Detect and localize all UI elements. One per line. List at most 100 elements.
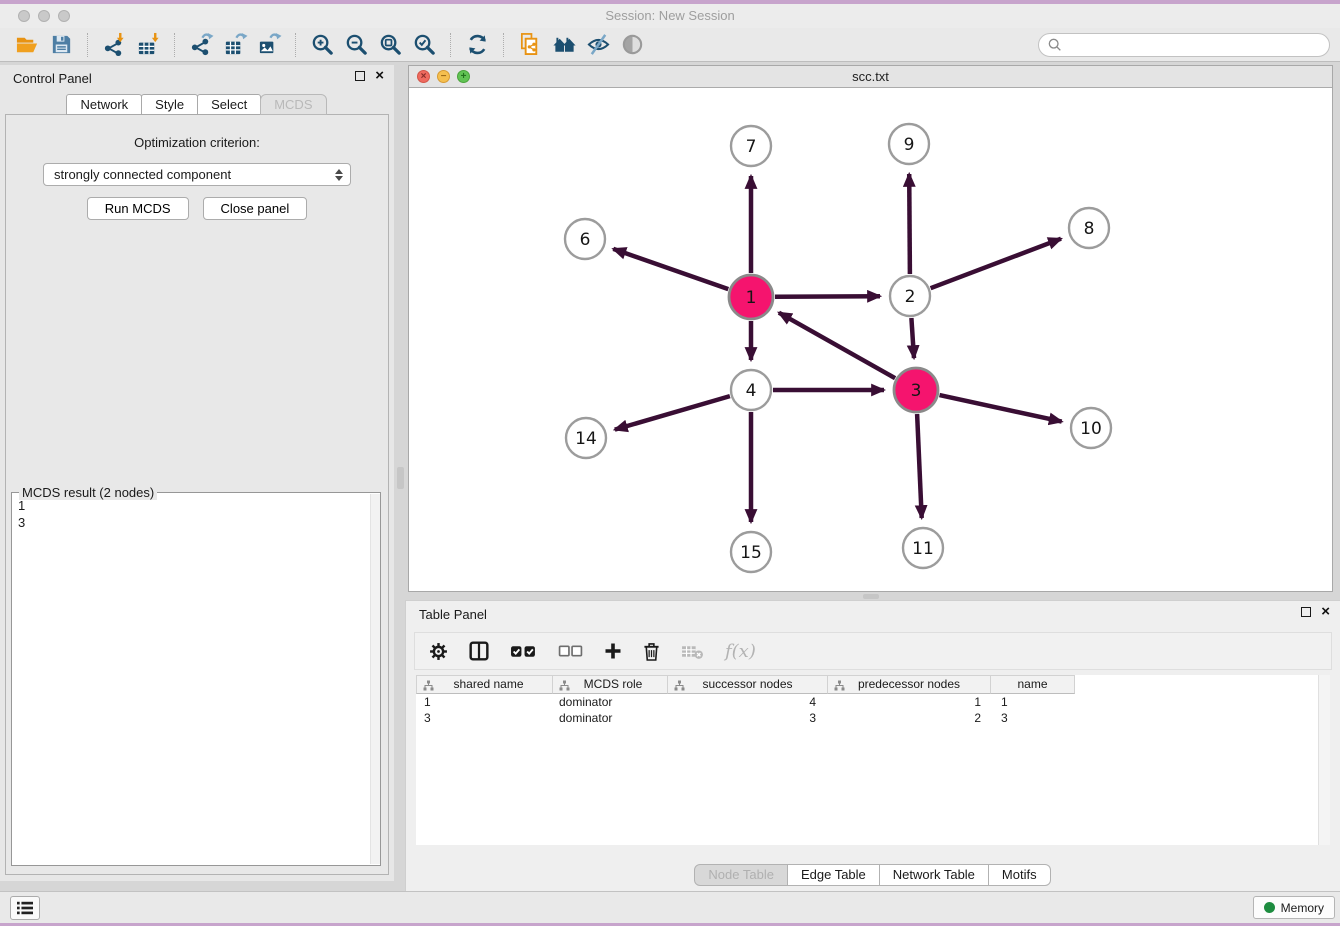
column-header-successor-nodes[interactable]: successor nodes: [668, 675, 828, 694]
import-table-button[interactable]: [131, 30, 165, 60]
export-table-icon: [223, 32, 248, 57]
clone-network-button[interactable]: [513, 30, 547, 60]
column-settings-button[interactable]: [429, 642, 448, 661]
graph-edge[interactable]: [931, 239, 1061, 289]
show-all-columns-button[interactable]: [510, 644, 537, 659]
workspace: Control Panel × Network Style Select MCD…: [0, 62, 1340, 891]
create-column-button[interactable]: [604, 642, 622, 660]
horizontal-splitter[interactable]: [408, 592, 1333, 600]
close-panel-icon[interactable]: ×: [1321, 607, 1330, 617]
split-view-icon: [469, 641, 489, 661]
column-header-shared-name[interactable]: shared name: [416, 675, 553, 694]
graph-node-label: 1: [746, 288, 757, 308]
table-row[interactable]: 3dominator323: [416, 710, 1330, 726]
network-window-title: scc.txt: [409, 66, 1332, 88]
delete-table-button[interactable]: [681, 643, 704, 660]
column-header-name[interactable]: name: [991, 675, 1075, 694]
tab-edge-table[interactable]: Edge Table: [787, 864, 880, 886]
tab-style[interactable]: Style: [141, 94, 198, 115]
splitter-grip[interactable]: [397, 467, 404, 489]
column-header-predecessor-nodes[interactable]: predecessor nodes: [828, 675, 991, 694]
memory-button[interactable]: Memory: [1253, 896, 1335, 919]
titlebar: Session: New Session: [0, 4, 1340, 28]
vertical-splitter[interactable]: [396, 65, 405, 881]
window-zoom-button[interactable]: [58, 10, 70, 22]
column-label: MCDS role: [584, 677, 643, 691]
close-panel-icon[interactable]: ×: [375, 71, 384, 81]
splitter-grip[interactable]: [863, 594, 879, 599]
checked-boxes-icon: [510, 644, 537, 659]
close-panel-button[interactable]: Close panel: [203, 197, 308, 220]
table-panel-title: Table Panel: [419, 607, 487, 622]
graph-node-label: 9: [904, 135, 915, 155]
column-header-mcds-role[interactable]: MCDS role: [553, 675, 668, 694]
graph-edge[interactable]: [615, 396, 730, 430]
tab-network[interactable]: Network: [66, 94, 142, 115]
tab-select[interactable]: Select: [197, 94, 261, 115]
export-table-button[interactable]: [218, 30, 252, 60]
graph-edge[interactable]: [911, 318, 914, 358]
graph-edge[interactable]: [613, 249, 728, 289]
table-cell: 2: [828, 710, 991, 726]
export-image-icon: [257, 32, 282, 57]
export-network-button[interactable]: [184, 30, 218, 60]
network-canvas[interactable]: 1234678910111415: [409, 88, 1332, 591]
main-toolbar: [0, 28, 1340, 62]
save-floppy-icon: [49, 32, 74, 57]
import-network-button[interactable]: [97, 30, 131, 60]
float-panel-icon[interactable]: [355, 71, 365, 81]
window-close-button[interactable]: [18, 10, 30, 22]
zoom-selected-button[interactable]: [407, 30, 441, 60]
tab-network-table[interactable]: Network Table: [879, 864, 989, 886]
network-minimize-button[interactable]: −: [437, 70, 450, 83]
tab-node-table[interactable]: Node Table: [694, 864, 788, 886]
result-scrollbar[interactable]: [370, 494, 380, 864]
column-label: predecessor nodes: [858, 677, 960, 691]
network-zoom-button[interactable]: +: [457, 70, 470, 83]
run-mcds-button[interactable]: Run MCDS: [87, 197, 189, 220]
home-view-button[interactable]: [547, 30, 581, 60]
window-minimize-button[interactable]: [38, 10, 50, 22]
split-panel-button[interactable]: [469, 641, 489, 661]
table-scrollbar[interactable]: [1318, 675, 1330, 845]
network-view-window: × − + scc.txt 1234678910111415: [408, 65, 1333, 592]
clone-network-icon: [518, 32, 543, 57]
bird-eye-view-button[interactable]: [615, 30, 649, 60]
tab-motifs[interactable]: Motifs: [988, 864, 1051, 886]
search-input[interactable]: [1067, 37, 1321, 52]
zoom-out-button[interactable]: [339, 30, 373, 60]
graph-node-label: 2: [905, 287, 916, 307]
network-close-button[interactable]: ×: [417, 70, 430, 83]
zoom-fit-icon: [378, 32, 403, 57]
trash-icon: [643, 642, 660, 661]
open-session-button[interactable]: [10, 30, 44, 60]
delete-columns-button[interactable]: [643, 642, 660, 661]
memory-status-icon: [1264, 902, 1275, 913]
zoom-out-icon: [344, 32, 369, 57]
hide-all-columns-button[interactable]: [558, 644, 583, 658]
table-cell: 1: [828, 694, 991, 710]
table-cell: 1: [416, 694, 553, 710]
refresh-view-button[interactable]: [460, 30, 494, 60]
zoom-selected-icon: [412, 32, 437, 57]
zoom-in-button[interactable]: [305, 30, 339, 60]
graph-edge[interactable]: [909, 174, 910, 274]
export-image-button[interactable]: [252, 30, 286, 60]
tab-mcds[interactable]: MCDS: [260, 94, 326, 115]
save-session-button[interactable]: [44, 30, 78, 60]
graph-node-label: 8: [1084, 219, 1095, 239]
table-row[interactable]: 1dominator411: [416, 694, 1330, 710]
graph-edge[interactable]: [779, 313, 895, 379]
graph-edge[interactable]: [775, 296, 880, 297]
network-window-titlebar: × − + scc.txt: [409, 66, 1332, 88]
open-folder-icon: [15, 32, 40, 57]
task-history-button[interactable]: [10, 896, 40, 920]
graphics-details-button[interactable]: [581, 30, 615, 60]
float-panel-icon[interactable]: [1301, 607, 1311, 617]
function-builder-button[interactable]: f(x): [725, 641, 756, 662]
zoom-fit-button[interactable]: [373, 30, 407, 60]
graph-edge[interactable]: [940, 395, 1062, 422]
criterion-select[interactable]: strongly connected component: [43, 163, 351, 186]
table-cell: 3: [668, 710, 828, 726]
graph-edge[interactable]: [917, 414, 922, 518]
